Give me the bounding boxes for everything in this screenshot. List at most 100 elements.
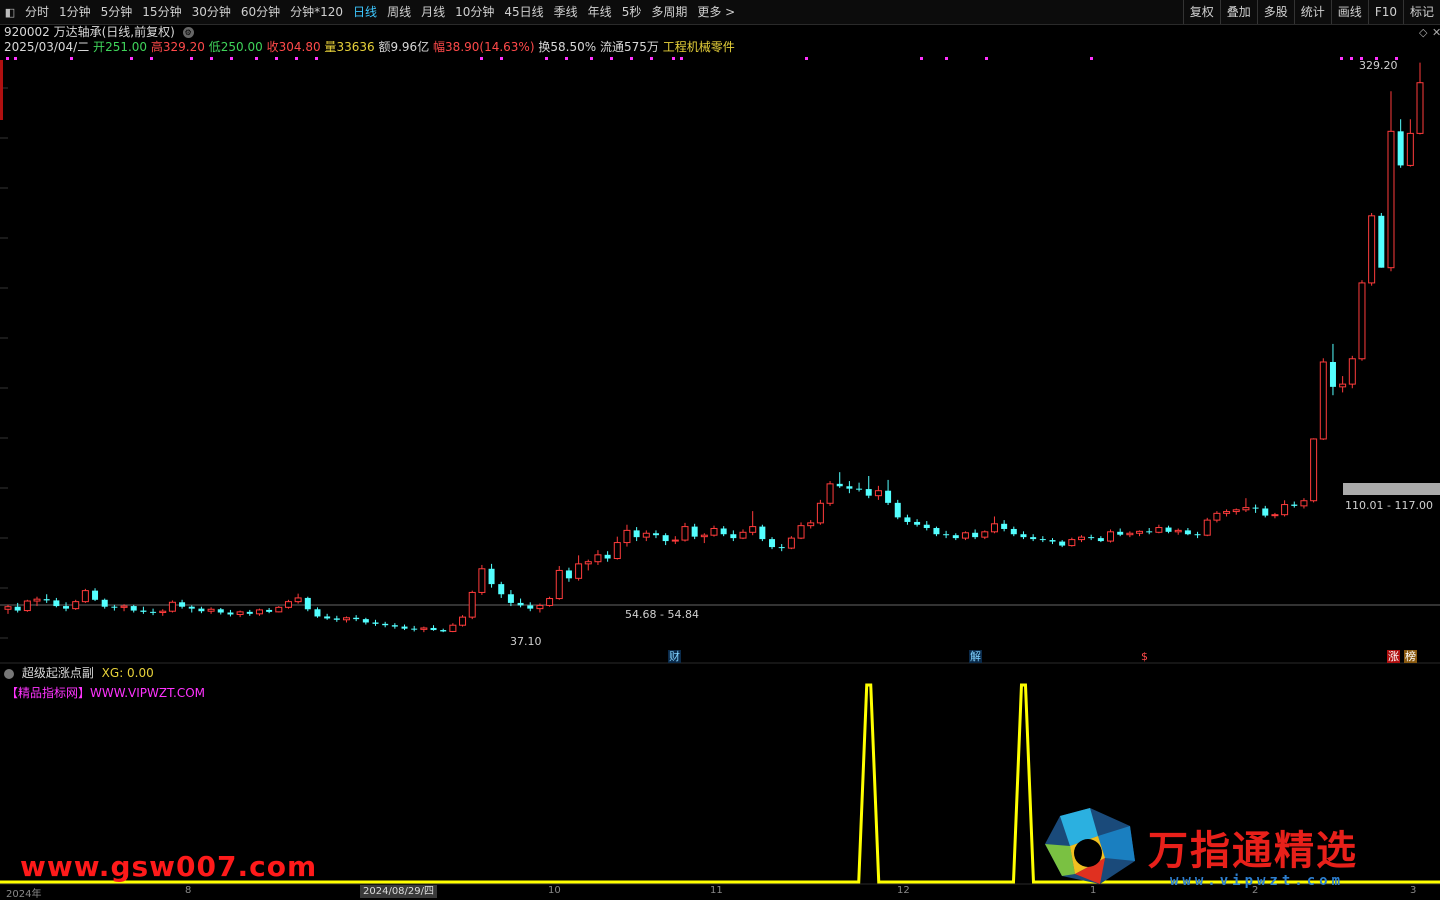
candle-body-down <box>836 483 843 487</box>
candle-body-down <box>401 626 408 629</box>
candle-body-down <box>1030 537 1037 540</box>
candle-body-up <box>449 624 457 632</box>
candle-body-down <box>769 539 776 548</box>
candle-body-up <box>168 601 176 612</box>
candle-body-up <box>816 502 824 524</box>
cursor-date-label: 2024/08/29/四 <box>360 885 438 898</box>
candle-body-down <box>382 623 389 626</box>
candle-body-up <box>1387 130 1395 269</box>
candle-body-up <box>700 534 708 538</box>
candle-body-up <box>1310 438 1318 502</box>
candle-body-up <box>575 563 583 579</box>
candle-body-down <box>430 627 437 631</box>
candle-body-up <box>120 605 128 608</box>
candle-body-down <box>652 533 659 536</box>
event-dividend-marker[interactable]: $ <box>1140 650 1149 663</box>
candle-body-down <box>1252 507 1259 509</box>
top-marker-dot <box>130 57 133 60</box>
left-price-marker <box>0 60 3 120</box>
candle-body-down <box>604 554 611 559</box>
candle-body-down <box>1194 534 1201 536</box>
candle-body-down <box>914 521 921 525</box>
candle-body-down <box>846 486 853 489</box>
indicator-source-link[interactable]: 【精品指标网】WWW.VIPWZT.COM <box>6 684 205 701</box>
top-marker-dot <box>672 57 675 60</box>
x-axis-label-5: 1 <box>1090 885 1097 896</box>
candle-body-up <box>1319 361 1327 440</box>
candle-body-down <box>517 602 524 606</box>
candle-body-down <box>633 530 640 538</box>
candle-body-up <box>1155 527 1163 533</box>
candle-body-down <box>691 526 698 537</box>
candle-body-up <box>1078 536 1086 541</box>
candle-body-down <box>662 535 669 542</box>
candle-body-down <box>1165 527 1172 532</box>
candle-body-up <box>1300 500 1308 507</box>
candle-body-down <box>759 526 766 540</box>
candle-body-down <box>14 606 21 611</box>
candle-body-down <box>730 534 737 539</box>
candle-body-up <box>739 531 747 539</box>
candle-body-up <box>594 554 602 563</box>
candle-body-up <box>1232 509 1240 513</box>
top-marker-dot <box>210 57 213 60</box>
top-marker-dot <box>680 57 683 60</box>
zone-lower-label: 54.68 - 54.84 <box>625 608 699 621</box>
candle-body-down <box>952 535 959 539</box>
candle-body-up <box>546 598 554 606</box>
candle-body-down <box>1059 541 1066 546</box>
x-axis-label-4: 12 <box>897 885 910 896</box>
candle-body-up <box>826 483 834 504</box>
candle-body-up <box>33 598 41 602</box>
event-ranking-marker[interactable]: 榜 <box>1404 650 1417 663</box>
candle-body-down <box>894 502 901 518</box>
candle-body-up <box>990 523 998 533</box>
watermark-brand-name: 万指通精选 <box>1148 828 1358 874</box>
brand-logo <box>1045 808 1135 884</box>
candle-body-up <box>1271 514 1279 517</box>
candle-body-up <box>536 604 544 610</box>
candle-body-down <box>1397 131 1404 166</box>
candle-body-down <box>1146 531 1153 533</box>
event-unlock-marker[interactable]: 解 <box>969 650 982 663</box>
candle-body-up <box>613 542 621 560</box>
candle-body-up <box>275 606 283 613</box>
candle-body-up <box>1281 504 1289 516</box>
top-marker-dot <box>565 57 568 60</box>
candle-body-down <box>92 590 99 600</box>
x-axis-label-1: 8 <box>185 885 192 896</box>
candle-body-up <box>1174 529 1182 533</box>
top-marker-dot <box>230 57 233 60</box>
candle-body-up <box>1339 383 1347 388</box>
candle-body-down <box>440 630 447 632</box>
candle-body-down <box>856 488 863 490</box>
candle-body-up <box>749 526 757 533</box>
x-axis-label-7: 3 <box>1410 885 1417 896</box>
watermark-brand-url: www.vipwzt.com <box>1170 873 1345 889</box>
kline-chart[interactable] <box>0 0 1440 898</box>
candle-body-down <box>1039 539 1046 541</box>
candle-body-up <box>1368 215 1376 284</box>
event-earnings-marker[interactable]: 财 <box>668 650 681 663</box>
candle-body-down <box>362 619 369 623</box>
top-marker-dot <box>610 57 613 60</box>
candle-body-up <box>81 590 89 603</box>
candle-body-down <box>488 568 495 585</box>
candle-body-up <box>1358 282 1366 360</box>
candle-body-down <box>865 489 872 496</box>
candle-body-up <box>1213 512 1221 521</box>
top-marker-dot <box>6 57 9 60</box>
top-marker-dot <box>1350 57 1353 60</box>
candle-body-up <box>1203 519 1211 536</box>
candle-body-up <box>468 591 476 618</box>
candle-body-down <box>43 599 50 601</box>
candle-body-down <box>933 528 940 535</box>
candle-body-down <box>1291 504 1298 506</box>
candle-body-down <box>111 606 118 608</box>
candle-body-up <box>1068 539 1076 547</box>
event-limit-up-marker[interactable]: 涨 <box>1387 650 1400 663</box>
candle-body-up <box>555 569 563 600</box>
candle-body-down <box>130 606 137 611</box>
candle-body-down <box>527 605 534 609</box>
indicator-settings-icon[interactable] <box>4 668 14 679</box>
